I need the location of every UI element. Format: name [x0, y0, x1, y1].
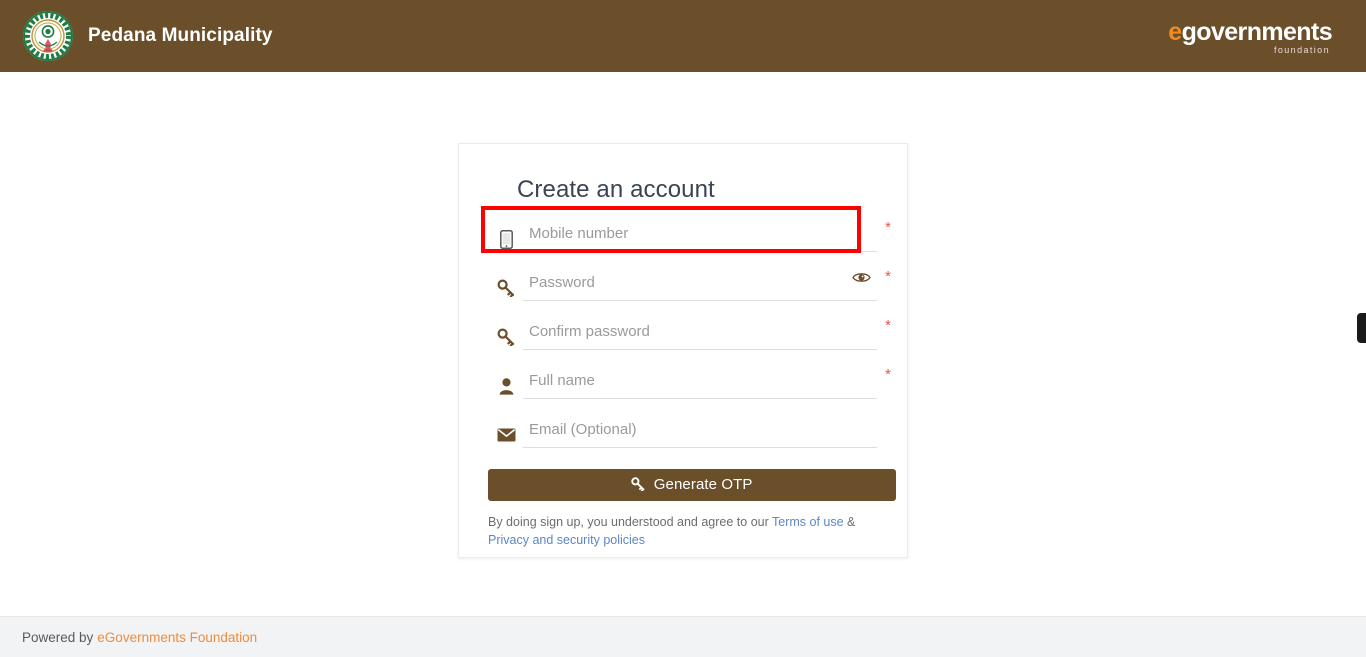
ap-government-emblem-icon [22, 10, 74, 62]
footer-powered-by-text: Powered by [22, 629, 94, 645]
full-name-input[interactable] [523, 367, 877, 399]
privacy-policy-link[interactable]: Privacy and security policies [488, 533, 645, 547]
main-content: Create an account * [0, 72, 1366, 616]
egov-logo-text: governments [1181, 17, 1333, 46]
field-wrap-confirm-password: * [523, 318, 891, 352]
key-icon [631, 476, 649, 495]
terms-prefix: By doing sign up, you understood and agr… [488, 515, 773, 529]
generate-otp-label: Generate OTP [653, 475, 753, 493]
footer-egov-link[interactable]: eGovernments Foundation [97, 630, 257, 645]
field-row-password: * [489, 269, 891, 318]
page-footer: Powered by eGovernments Foundation [0, 616, 1366, 657]
eye-icon[interactable] [851, 271, 871, 287]
field-row-mobile: * [489, 220, 891, 269]
edge-tab-handle[interactable] [1357, 313, 1366, 343]
brand: Pedana Municipality [22, 10, 273, 62]
egov-logo-subtext: foundation [1273, 44, 1330, 55]
egovernments-logo-word: egovernments [1168, 17, 1333, 46]
field-wrap-full-name: * [523, 367, 891, 401]
app-header: Pedana Municipality egovernments foundat… [0, 0, 1366, 72]
confirm-password-input[interactable] [523, 318, 877, 350]
required-marker-mobile: * [885, 219, 891, 236]
signup-form: * [488, 220, 896, 549]
field-wrap-mobile: * [523, 220, 891, 254]
field-wrap-password: * [523, 269, 891, 303]
municipality-title: Pedana Municipality [88, 25, 273, 46]
page-title: Create an account [517, 176, 715, 203]
required-marker-password: * [885, 268, 891, 285]
field-row-email [489, 416, 877, 465]
mobile-phone-icon [489, 222, 523, 256]
terms-separator: & [843, 515, 856, 529]
create-account-card: Create an account * [458, 143, 908, 558]
required-marker-full-name: * [885, 366, 891, 383]
key-icon [489, 320, 523, 354]
generate-otp-button[interactable]: Generate OTP [488, 469, 896, 501]
envelope-icon [489, 418, 523, 452]
email-input[interactable] [523, 416, 877, 448]
field-wrap-email [523, 416, 877, 450]
egov-logo-e: e [1168, 17, 1182, 46]
terms-text: By doing sign up, you understood and agr… [488, 513, 880, 549]
terms-of-use-link[interactable]: Terms of use [772, 515, 844, 529]
required-marker-confirm-password: * [885, 317, 891, 334]
egovernments-logo: egovernments foundation [1168, 17, 1333, 55]
mobile-number-input[interactable] [523, 220, 877, 252]
key-icon [489, 271, 523, 305]
field-row-full-name: * [489, 367, 891, 416]
password-input[interactable] [523, 269, 877, 301]
field-row-confirm-password: * [489, 318, 891, 367]
user-icon [489, 369, 523, 403]
